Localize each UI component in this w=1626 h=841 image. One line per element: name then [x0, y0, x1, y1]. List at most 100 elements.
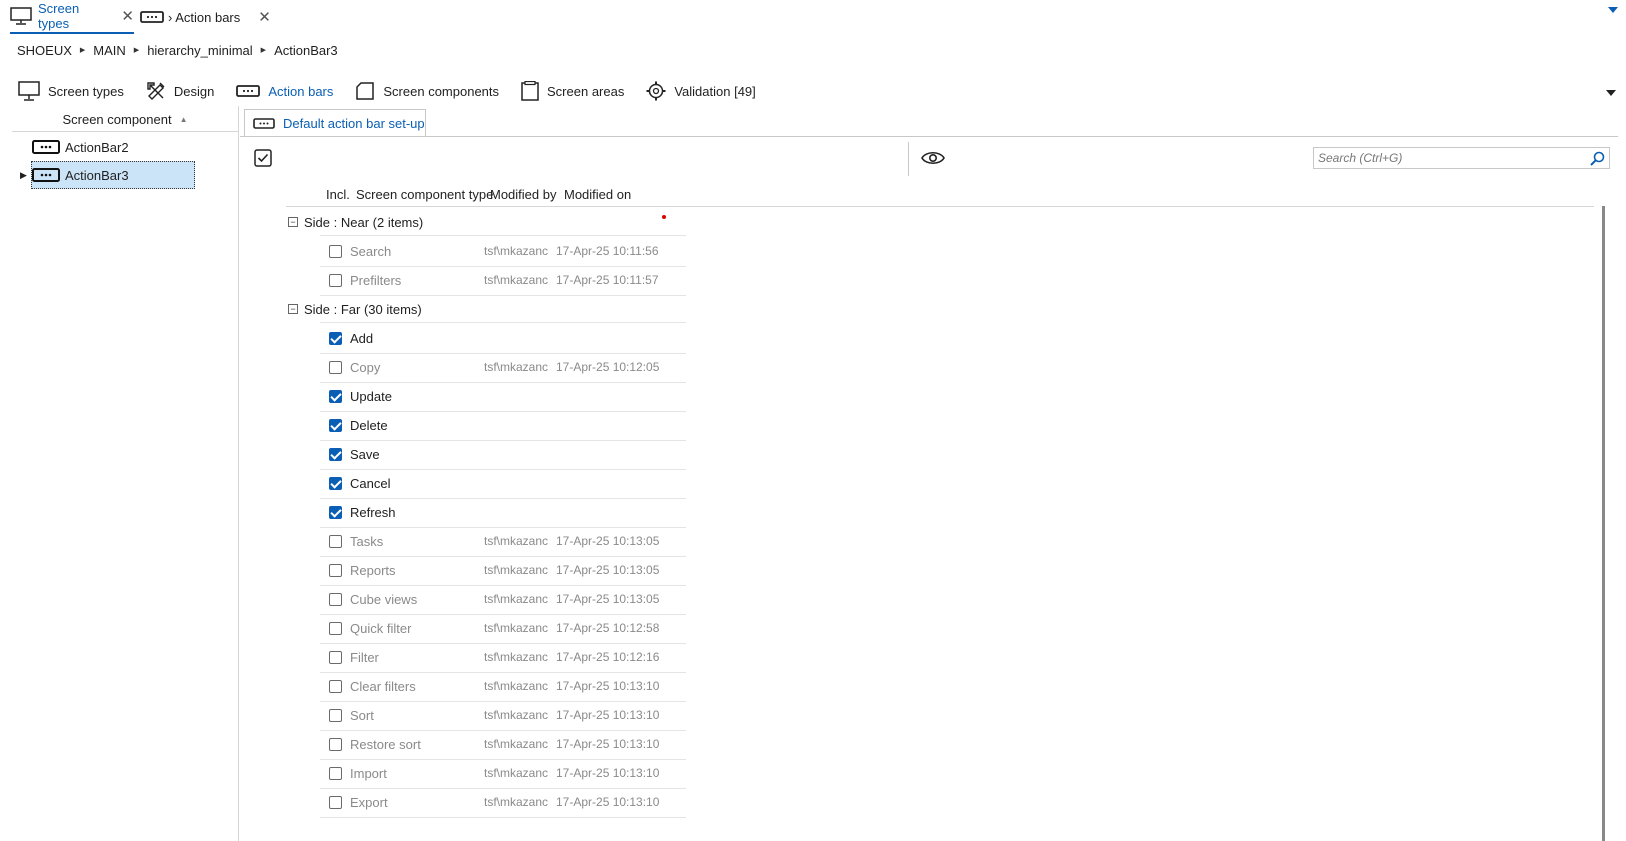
group-label: Side : Near (2 items)	[304, 214, 424, 230]
modified-by-cell: tsf\mkazanc	[484, 766, 549, 780]
nav-validation[interactable]: Validation [49]	[646, 81, 756, 101]
table-row[interactable]: Restore sort tsf\mkazanc 17-Apr-25 10:13:1…	[320, 730, 686, 760]
component-type-cell: Refresh	[350, 505, 396, 520]
table-row[interactable]: Save	[320, 440, 686, 470]
modified-on-cell: 17-Apr-25 10:11:57	[556, 273, 659, 287]
scrollbar-thumb[interactable]	[1602, 206, 1605, 841]
eye-icon[interactable]	[921, 150, 945, 166]
include-checkbox[interactable]	[329, 245, 342, 258]
include-checkbox[interactable]	[329, 796, 342, 809]
include-checkbox[interactable]	[329, 448, 342, 461]
breadcrumb-separator-icon: ▶	[79, 47, 86, 54]
column-header-type[interactable]: Screen component type	[356, 187, 493, 202]
expand-arrow-icon[interactable]: ▶	[20, 170, 27, 181]
document-tab-bar: Screen types ✕ › Action bars ✕	[0, 0, 1626, 34]
table-row[interactable]: Quick filter tsf\mkazanc 17-Apr-25 10:12:5…	[320, 614, 686, 644]
nav-label: Screen types	[48, 83, 124, 99]
action-bar-icon	[236, 85, 261, 97]
table-row[interactable]: Prefilters tsf\mkazanc 17-Apr-25 10:11:57	[320, 266, 686, 296]
modified-by-cell: tsf\mkazanc	[484, 679, 549, 693]
nav-label: Screen components	[383, 83, 500, 99]
include-checkbox[interactable]	[329, 535, 342, 548]
search-input[interactable]	[1314, 148, 1584, 168]
collapse-group-icon[interactable]: −	[288, 304, 298, 314]
toolbar-dropdown-icon[interactable]	[1606, 90, 1616, 96]
column-header-incl[interactable]: Incl.	[326, 187, 350, 202]
component-type-cell: Quick filter	[350, 621, 412, 636]
table-row[interactable]: Filter tsf\mkazanc 17-Apr-25 10:12:16	[320, 643, 686, 673]
group-row[interactable]: − Side : Near (2 items)	[286, 208, 686, 236]
include-checkbox[interactable]	[329, 274, 342, 287]
breadcrumb-item[interactable]: MAIN	[93, 43, 126, 58]
include-checkbox[interactable]	[329, 332, 342, 345]
include-checkbox[interactable]	[329, 709, 342, 722]
tree-item-actionbar2[interactable]: ActionBar2	[12, 133, 238, 161]
nav-screen-components[interactable]: Screen components	[355, 81, 499, 101]
include-checkbox[interactable]	[329, 738, 342, 751]
tab-default-action-bar-setup[interactable]: Default action bar set-up	[244, 109, 426, 137]
include-checkbox[interactable]	[329, 477, 342, 490]
modified-by-cell: tsf\mkazanc	[484, 534, 549, 548]
modified-by-cell: tsf\mkazanc	[484, 708, 549, 722]
search-icon[interactable]	[1590, 151, 1605, 166]
close-icon[interactable]: ✕	[121, 7, 134, 25]
table-row[interactable]: Copy tsf\mkazanc 17-Apr-25 10:12:05	[320, 353, 686, 383]
tabs-dropdown-icon[interactable]	[1608, 7, 1618, 13]
include-checkbox[interactable]	[329, 593, 342, 606]
component-type-cell: Export	[350, 795, 388, 810]
group-row[interactable]: − Side : Far (30 items)	[286, 295, 686, 323]
row-divider	[320, 322, 686, 323]
table-row[interactable]: Cancel	[320, 469, 686, 499]
table-row[interactable]: Clear filters tsf\mkazanc 17-Apr-25 10:13:…	[320, 672, 686, 702]
include-checkbox[interactable]	[329, 361, 342, 374]
breadcrumb-separator-icon: ▶	[260, 47, 267, 54]
column-header-modified-by[interactable]: Modified by	[490, 187, 556, 202]
include-checkbox[interactable]	[329, 390, 342, 403]
tree-item-actionbar3[interactable]: ▶ ActionBar3	[12, 161, 238, 189]
group-label: Side : Far (30 items)	[304, 301, 422, 317]
nav-label: Screen areas	[547, 83, 625, 99]
table-row[interactable]: Sort tsf\mkazanc 17-Apr-25 10:13:10	[320, 701, 686, 731]
screen-component-tree: Screen component ▲ ActionBar2 ▶ ActionBa…	[12, 108, 238, 841]
select-all-checkbox-icon[interactable]	[254, 149, 272, 167]
table-row[interactable]: Update	[320, 382, 686, 412]
column-header-label: Screen component	[62, 112, 172, 127]
nav-action-bars[interactable]: Action bars	[236, 84, 333, 99]
table-row[interactable]: Search tsf\mkazanc 17-Apr-25 10:11:56	[320, 237, 686, 267]
include-checkbox[interactable]	[329, 767, 342, 780]
nav-screen-areas[interactable]: Screen areas	[521, 81, 624, 101]
breadcrumb-item[interactable]: ActionBar3	[274, 43, 338, 58]
collapse-group-icon[interactable]: −	[288, 217, 298, 227]
component-type-cell: Cube views	[350, 592, 418, 607]
table-row[interactable]: Delete	[320, 411, 686, 441]
include-checkbox[interactable]	[329, 564, 342, 577]
column-header-screen-component[interactable]: Screen component ▲	[12, 108, 238, 132]
include-checkbox[interactable]	[329, 622, 342, 635]
panel-splitter[interactable]	[238, 106, 239, 841]
include-checkbox[interactable]	[329, 680, 342, 693]
sort-ascending-icon: ▲	[179, 115, 188, 124]
include-checkbox[interactable]	[329, 419, 342, 432]
breadcrumb-item[interactable]: hierarchy_minimal	[147, 43, 252, 58]
include-checkbox[interactable]	[329, 651, 342, 664]
table-row[interactable]: Reports tsf\mkazanc 17-Apr-25 10:13:05	[320, 556, 686, 586]
table-row[interactable]: Tasks tsf\mkazanc 17-Apr-25 10:13:05	[320, 527, 686, 557]
table-row[interactable]: Import tsf\mkazanc 17-Apr-25 10:13:10	[320, 759, 686, 789]
include-checkbox[interactable]	[329, 506, 342, 519]
screen-component-icon	[355, 81, 375, 101]
column-header-modified-on[interactable]: Modified on	[564, 187, 631, 202]
table-row[interactable]: Cube views tsf\mkazanc 17-Apr-25 10:13:05	[320, 585, 686, 615]
table-row[interactable]: Export tsf\mkazanc 17-Apr-25 10:13:10	[320, 788, 686, 818]
modified-on-cell: 17-Apr-25 10:12:05	[556, 360, 660, 374]
nav-design[interactable]: Design	[146, 81, 214, 101]
table-row[interactable]: Add	[320, 324, 686, 354]
nav-screen-types[interactable]: Screen types	[18, 81, 124, 101]
modified-by-cell: tsf\mkazanc	[484, 737, 549, 751]
close-icon[interactable]: ✕	[258, 8, 271, 26]
doc-tab-screen-types[interactable]: Screen types ✕	[10, 0, 134, 34]
table-row[interactable]: Refresh	[320, 498, 686, 528]
breadcrumb-item[interactable]: SHOEUX	[17, 43, 72, 58]
action-bar-icon	[140, 11, 164, 23]
search-box	[1313, 147, 1610, 169]
doc-tab-action-bars[interactable]: › Action bars ✕	[140, 0, 271, 34]
